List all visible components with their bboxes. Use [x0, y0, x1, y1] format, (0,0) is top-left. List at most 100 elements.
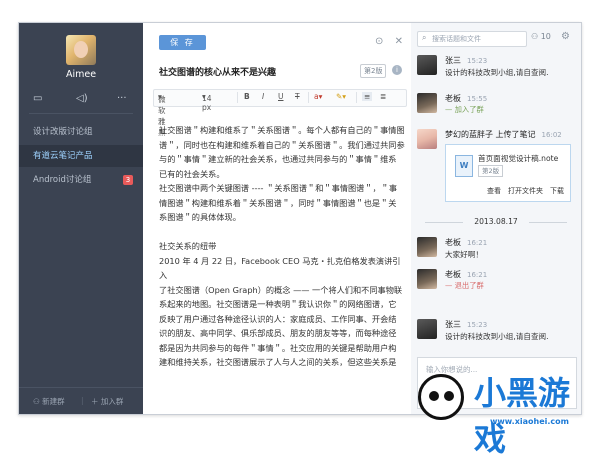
view-file-link[interactable]: 查看: [487, 187, 501, 195]
join-group-button[interactable]: ＋ 加入群: [91, 396, 123, 407]
chat-panel: ⌕ 搜索话题和文件 ⚇ 10 ⚙ 张三 15:23 设计的科技改到小组,请自查阅.…: [411, 23, 581, 414]
message-action: 上传了笔记: [495, 130, 536, 139]
format-toolbar: 微软雅黑 ▾ 14 px ▾ B I U T a▾ ✎▾ ≡ ≣: [153, 89, 407, 137]
message-time: 16:21: [467, 271, 488, 279]
align-left-icon[interactable]: ≡: [362, 92, 373, 101]
speaker-icon[interactable]: ◁): [76, 93, 88, 104]
toolbar-separator: [237, 92, 238, 103]
save-button[interactable]: 保 存: [159, 35, 206, 50]
app-window: Aimee ▭ ◁) ··· 设计改版讨论组 有道云笔记产品 Android讨论…: [18, 22, 582, 415]
note-line: 了社交图谱（Open Graph）的概念 —— 一个将人们和不同事物联: [159, 284, 403, 295]
gear-icon[interactable]: ⚙: [561, 31, 570, 42]
file-version: 第2版: [478, 165, 504, 177]
search-box[interactable]: ⌕ 搜索话题和文件: [417, 31, 527, 47]
sidebar-item-design-group[interactable]: 设计改版讨论组: [19, 121, 143, 143]
sender-name: 老板: [445, 238, 461, 247]
toolbar-separator: [356, 92, 357, 103]
avatar[interactable]: [417, 319, 437, 339]
unread-badge: 3: [123, 175, 133, 185]
note-line: 社交图谱＂构建和维系了＂关系图谱＂。每个人都有自己的＂事情图: [159, 125, 405, 135]
avatar[interactable]: [417, 129, 437, 149]
message-time: 16:02: [541, 131, 562, 139]
people-icon: ⚇: [33, 397, 43, 406]
sidebar-item-label: 有道云笔记产品: [33, 151, 93, 161]
note-line: 与的＂事情＂建立新的社会关系，也通过共同参与的＂事情＂维系: [159, 154, 397, 164]
system-notice: — 退出了群: [445, 281, 484, 290]
member-count-button[interactable]: ⚇ 10: [531, 32, 551, 41]
note-line: 社交关系的纽带: [159, 241, 217, 251]
file-actions: 查看 打开文件夹 下载: [446, 186, 570, 196]
message-time: 15:23: [467, 321, 488, 329]
sidebar-footer: ⚇ 新建群 | ＋ 加入群: [19, 387, 143, 414]
avatar[interactable]: [417, 237, 437, 257]
sender-name: 张三: [445, 56, 461, 65]
note-line: 识的朋友、高中同学、俱乐部成员、朋友的朋友等等，而每种途径: [159, 328, 397, 338]
search-input[interactable]: 搜索话题和文件: [432, 34, 481, 44]
font-size-select[interactable]: 14 px ▾: [202, 92, 212, 112]
system-notice: — 加入了群: [445, 105, 484, 114]
note-line: 情图谱＂构建和维系着＂关系图谱＂，同时＂事情图谱＂也是＂关: [159, 197, 397, 208]
panda-mascot-icon: [418, 374, 464, 420]
watermark-url: www.xiaohei.com: [490, 417, 569, 426]
new-group-button[interactable]: ⚇ 新建群: [33, 396, 65, 407]
italic-button[interactable]: I: [262, 92, 264, 101]
file-name: 首页面视觉设计稿.note: [478, 154, 559, 163]
date-divider: 2013.08.17: [417, 217, 575, 226]
message-text: 设计的科技改到小组,请自查阅.: [445, 68, 549, 77]
align-center-icon[interactable]: ≣: [380, 92, 386, 101]
sidebar-item-label: Android讨论组: [33, 175, 92, 185]
font-color-icon[interactable]: a▾: [314, 92, 322, 101]
editor-top-icons: ⊙ ✕: [375, 36, 403, 47]
bold-button[interactable]: B: [244, 92, 250, 101]
note-title[interactable]: 社交图谱的核心从来不是兴趣: [159, 65, 276, 78]
download-link[interactable]: 下载: [550, 187, 564, 195]
note-line: 已有的社会关系。: [159, 168, 225, 179]
message-time: 15:55: [467, 95, 488, 103]
underline-button[interactable]: U: [278, 92, 284, 101]
sidebar-item-label: 设计改版讨论组: [33, 127, 93, 137]
note-body[interactable]: 社交图谱＂构建和维系了＂关系图谱＂。每个人都有自己的＂事情图 谱＂，同时也在构建和…: [159, 123, 405, 370]
file-attachment[interactable]: W 首页面视觉设计稿.note 第2版 查看 打开文件夹 下载: [445, 144, 571, 202]
user-avatar[interactable]: [66, 35, 96, 65]
avatar[interactable]: [417, 55, 437, 75]
members-icon: ⚇: [531, 32, 539, 41]
info-icon[interactable]: i: [392, 65, 402, 75]
note-line: 都是因为共同参与的每件＂事情＂。社交应用的关键是帮助用户构: [159, 342, 397, 353]
note-editor: 保 存 ⊙ ✕ 社交图谱的核心从来不是兴趣 第2版 i 微软雅黑 ▾ 14 px…: [143, 23, 412, 414]
note-line: 系图谱＂的具体体现。: [159, 212, 241, 222]
sidebar-divider: [29, 113, 133, 114]
toolbar-separator: [308, 92, 309, 103]
avatar[interactable]: [417, 269, 437, 289]
open-folder-link[interactable]: 打开文件夹: [508, 187, 543, 195]
note-line: 系起来的地图。社交图谱是一种表明＂我认识你＂的网络图谱，它: [159, 299, 397, 309]
message-text: 设计的科技改到小组,请自查阅.: [445, 332, 549, 341]
avatar[interactable]: [417, 93, 437, 113]
sender-name: 梦幻的蓝胖子: [445, 130, 493, 139]
plus-icon: ＋: [91, 397, 101, 406]
footer-divider: |: [81, 396, 84, 405]
close-icon[interactable]: ✕: [395, 36, 403, 47]
sidebar-item-youdao-note[interactable]: 有道云笔记产品: [19, 145, 143, 167]
watermark-brand: 小黑游戏: [474, 374, 571, 458]
strikethrough-button[interactable]: T: [295, 92, 300, 101]
message-time: 15:23: [467, 57, 488, 65]
more-icon[interactable]: ···: [117, 93, 127, 104]
sidebar-item-android-group[interactable]: Android讨论组 3: [19, 169, 143, 191]
sidebar-icon-row: ▭ ◁) ···: [19, 93, 143, 107]
sender-name: 张三: [445, 320, 461, 329]
note-line: 反映了用户通过各种途径认识的人：家庭成员、工作同事、开会结: [159, 313, 397, 324]
highlight-icon[interactable]: ✎▾: [336, 92, 346, 101]
message-time: 16:21: [467, 239, 488, 247]
version-badge[interactable]: 第2版: [360, 64, 387, 78]
note-line: 建和维持关系，社交图谱展示了人与人之间的关系，但这些关系是: [159, 357, 397, 367]
note-line: 谱＂，同时也在构建和维系着自己的＂关系图谱＂。我们通过共同参: [159, 139, 405, 150]
site-watermark-logo: 小黑游戏 www.xiaohei.com: [418, 368, 596, 458]
search-icon: ⌕: [422, 33, 427, 42]
sidebar: Aimee ▭ ◁) ··· 设计改版讨论组 有道云笔记产品 Android讨论…: [19, 23, 143, 414]
comment-icon[interactable]: ▭: [33, 93, 42, 104]
note-line: 社交图谱中两个关键图谱 ---- ＂关系图谱＂和＂事情图谱＂，＂事: [159, 183, 398, 193]
chevron-circle-icon[interactable]: ⊙: [375, 36, 383, 47]
font-family-select[interactable]: 微软雅黑 ▾: [158, 92, 166, 137]
sender-name: 老板: [445, 270, 461, 279]
